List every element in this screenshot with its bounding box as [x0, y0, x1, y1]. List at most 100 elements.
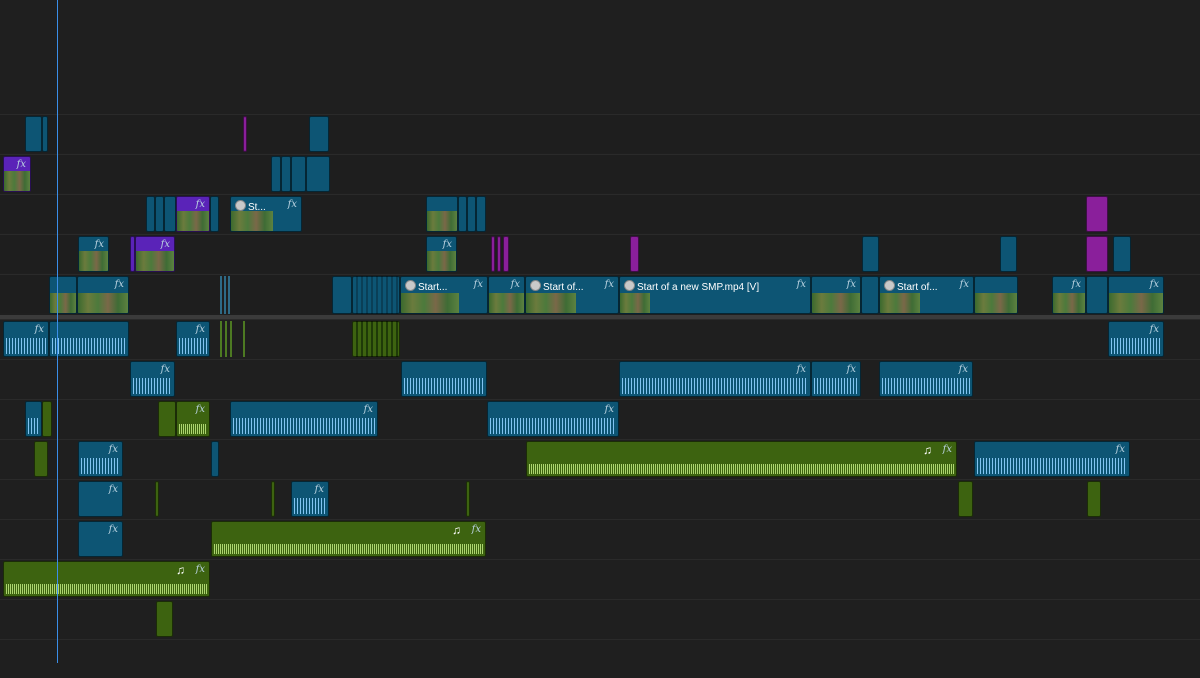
adjustment-clip[interactable]: fx: [176, 196, 210, 232]
magenta-clip[interactable]: [630, 236, 639, 272]
video-clip[interactable]: Start of... fx: [879, 276, 974, 314]
video-track-3[interactable]: [0, 234, 1200, 273]
fx-badge: fx: [846, 364, 856, 375]
video-clip[interactable]: [42, 116, 48, 152]
audio-clip[interactable]: fx: [130, 361, 175, 397]
audio-clip[interactable]: fx: [78, 441, 123, 477]
adjustment-clip[interactable]: fx: [3, 156, 31, 192]
video-clip[interactable]: [974, 276, 1018, 314]
audio-track-6[interactable]: [0, 519, 1200, 558]
video-clip[interactable]: [476, 196, 486, 232]
audio-clip[interactable]: fx: [78, 481, 123, 517]
video-clip[interactable]: [306, 156, 330, 192]
magenta-clip[interactable]: [1086, 236, 1108, 272]
video-clip-thin[interactable]: [228, 276, 230, 314]
audio-clip-thin[interactable]: [225, 321, 227, 357]
video-clip[interactable]: St... fx: [230, 196, 302, 232]
music-clip[interactable]: [1087, 481, 1101, 517]
audio-clip[interactable]: [211, 441, 219, 477]
music-clip[interactable]: fx: [176, 401, 210, 437]
clip-thumbnail: [4, 171, 30, 191]
adjustment-clip[interactable]: fx: [135, 236, 175, 272]
video-clip[interactable]: Start of a new SMP.mp4 [V] fx: [619, 276, 811, 314]
music-clip[interactable]: [155, 481, 159, 517]
magenta-clip[interactable]: [491, 236, 495, 272]
audio-clip[interactable]: fx: [1108, 321, 1164, 357]
audio-track-9[interactable]: [0, 639, 1200, 678]
video-clip[interactable]: [458, 196, 467, 232]
clip-name: Start of a new SMP.mp4 [V]: [624, 280, 788, 293]
audio-clip[interactable]: fx: [487, 401, 619, 437]
audio-clip[interactable]: fx: [619, 361, 811, 397]
video-clip[interactable]: [281, 156, 291, 192]
video-clip[interactable]: [210, 196, 219, 232]
audio-clip[interactable]: fx: [3, 321, 49, 357]
audio-clip[interactable]: fx: [78, 521, 123, 557]
audio-clip[interactable]: [49, 321, 129, 357]
video-clip[interactable]: [25, 116, 42, 152]
music-clip[interactable]: ♫ fx: [3, 561, 210, 597]
video-clip-thin[interactable]: [224, 276, 226, 314]
audio-clip[interactable]: fx: [879, 361, 973, 397]
audio-clip[interactable]: fx: [974, 441, 1130, 477]
video-clip[interactable]: fx: [811, 276, 861, 314]
audio-clip[interactable]: fx: [811, 361, 861, 397]
video-clip[interactable]: fx: [77, 276, 129, 314]
video-clip[interactable]: Start... fx: [400, 276, 488, 314]
music-clip[interactable]: [271, 481, 275, 517]
video-clip[interactable]: [862, 236, 879, 272]
audio-clip[interactable]: [25, 401, 42, 437]
video-clip[interactable]: [164, 196, 176, 232]
video-clip[interactable]: fx: [78, 236, 109, 272]
video-track-5[interactable]: [0, 154, 1200, 193]
audio-clip-thin[interactable]: [230, 321, 232, 357]
video-clip[interactable]: [271, 156, 281, 192]
audio-clip[interactable]: fx: [230, 401, 378, 437]
video-clip[interactable]: [1113, 236, 1131, 272]
music-clip[interactable]: [958, 481, 973, 517]
music-clip[interactable]: ♫ fx: [526, 441, 957, 477]
clip-thumbnail: [880, 293, 920, 313]
video-clip[interactable]: [1000, 236, 1017, 272]
music-clip-group[interactable]: [352, 321, 400, 357]
audio-clip[interactable]: fx: [291, 481, 329, 517]
video-clip-thin[interactable]: [220, 276, 222, 314]
video-clip[interactable]: [49, 276, 77, 314]
video-clip[interactable]: [861, 276, 879, 314]
video-clip[interactable]: [146, 196, 155, 232]
music-clip[interactable]: [156, 601, 173, 637]
audio-track-5[interactable]: [0, 479, 1200, 518]
video-clip[interactable]: [309, 116, 329, 152]
playhead[interactable]: [57, 0, 58, 663]
magenta-clip[interactable]: [1086, 196, 1108, 232]
video-clip[interactable]: [426, 196, 458, 232]
audio-track-8[interactable]: [0, 599, 1200, 638]
video-clip[interactable]: [155, 196, 164, 232]
audio-clip[interactable]: fx: [176, 321, 210, 357]
music-clip[interactable]: [42, 401, 52, 437]
audio-track-2[interactable]: [0, 359, 1200, 398]
video-clip[interactable]: [1086, 276, 1108, 314]
video-clip[interactable]: [467, 196, 476, 232]
audio-clip[interactable]: [401, 361, 487, 397]
video-clip[interactable]: [332, 276, 352, 314]
video-clip[interactable]: fx: [1052, 276, 1086, 314]
magenta-clip[interactable]: [243, 116, 247, 152]
video-clip[interactable]: fx: [488, 276, 525, 314]
magenta-clip[interactable]: [503, 236, 509, 272]
timeline-panel[interactable]: fx fx St... fx fx fx fx fx Start... fx f…: [0, 0, 1200, 678]
music-clip[interactable]: [158, 401, 176, 437]
magenta-clip[interactable]: [497, 236, 501, 272]
video-track-6[interactable]: [0, 114, 1200, 153]
music-clip[interactable]: [34, 441, 48, 477]
video-clip[interactable]: [291, 156, 306, 192]
audio-clip-thin[interactable]: [243, 321, 245, 357]
music-clip[interactable]: [466, 481, 470, 517]
video-clip[interactable]: Start of... fx: [525, 276, 619, 314]
audio-clip-thin[interactable]: [220, 321, 222, 357]
speed-icon: [530, 280, 541, 291]
video-clip[interactable]: fx: [426, 236, 457, 272]
music-clip[interactable]: ♫ fx: [211, 521, 486, 557]
video-clip[interactable]: fx: [1108, 276, 1164, 314]
video-clip-group[interactable]: [352, 276, 400, 314]
